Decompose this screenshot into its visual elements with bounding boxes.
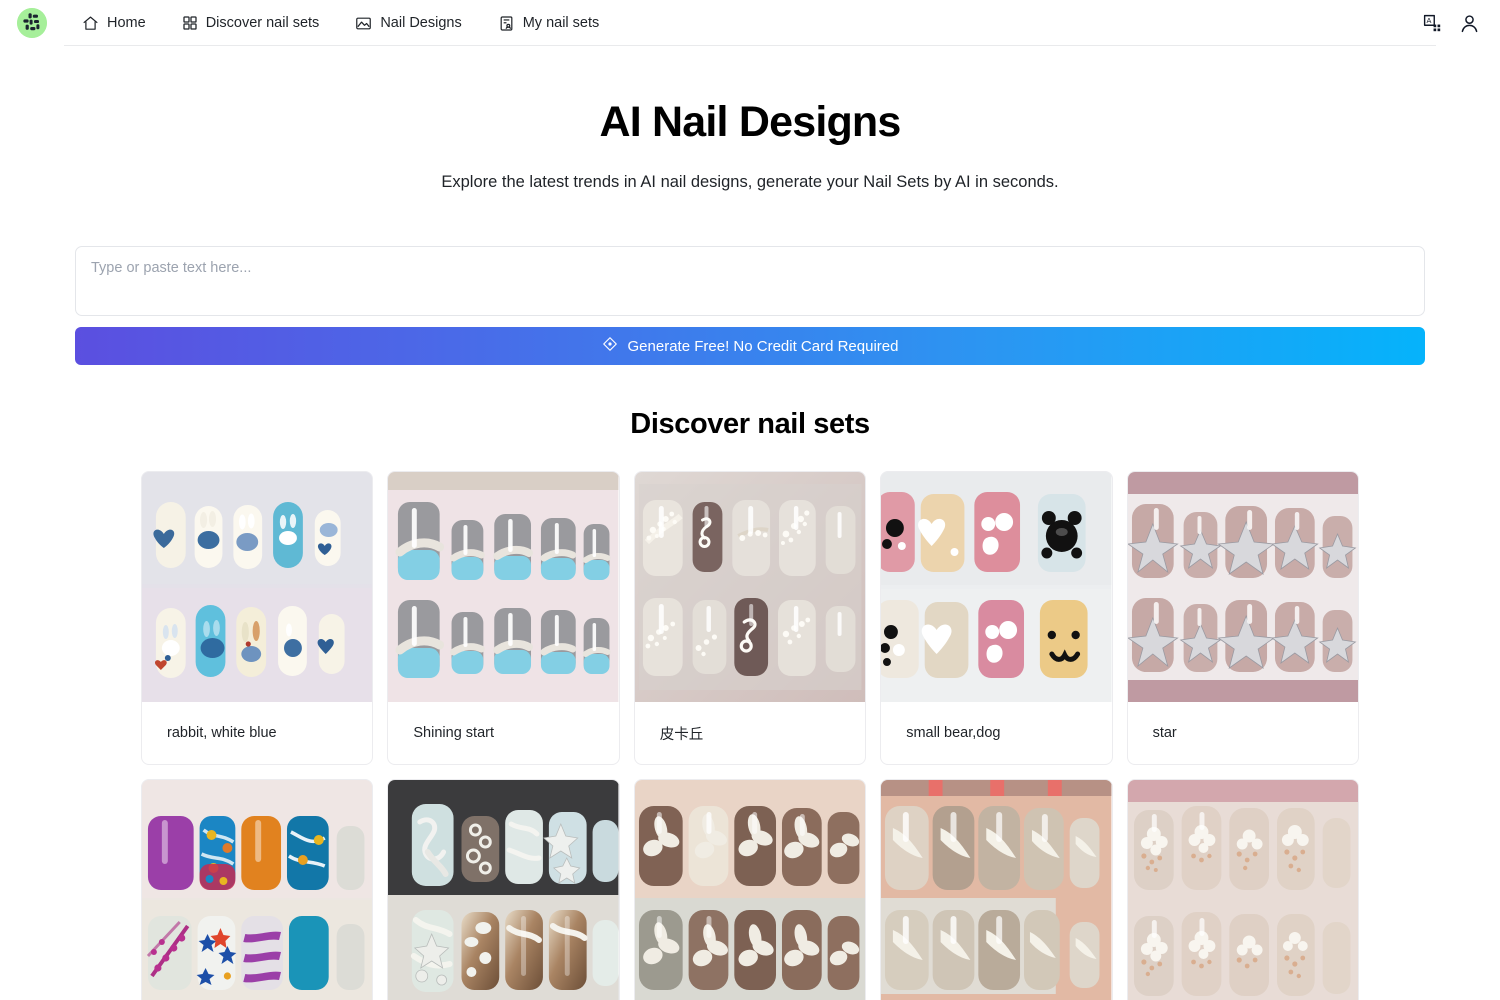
nav-label-nail-designs: Nail Designs <box>380 15 462 31</box>
nail-set-image <box>881 780 1112 1000</box>
nail-set-image <box>634 472 866 703</box>
main-nav: Home Discover nail sets Nail Designs My … <box>64 0 617 46</box>
hero-section: AI Nail Designs Explore the latest trend… <box>0 46 1500 192</box>
nav-label-my-nail-sets: My nail sets <box>522 15 600 31</box>
nail-set-image <box>881 472 1112 703</box>
grid-icon <box>182 15 198 31</box>
nail-set-card[interactable] <box>141 779 374 1000</box>
nail-set-card[interactable] <box>387 779 620 1000</box>
nav-label-discover-nail-sets: Discover nail sets <box>205 15 320 31</box>
nail-set-image <box>1127 780 1358 1000</box>
nail-set-caption: small bear,dog <box>906 725 1001 742</box>
nail-set-image <box>388 780 619 1000</box>
nav-item-nail-designs[interactable]: Nail Designs <box>337 0 479 46</box>
sparkle-diamond-icon <box>602 336 618 356</box>
topbar-bottom-divider <box>64 45 1436 46</box>
nail-set-card[interactable]: star <box>1126 471 1359 766</box>
page-title: AI Nail Designs <box>599 98 901 146</box>
nail-set-card[interactable]: small bear,dog <box>880 471 1113 766</box>
svg-text:A: A <box>1427 15 1432 24</box>
nail-set-card[interactable] <box>1126 779 1359 1000</box>
page-subtitle: Explore the latest trends in AI nail des… <box>441 173 1059 192</box>
nail-set-image <box>1127 472 1358 703</box>
nail-set-card[interactable] <box>633 779 867 1000</box>
collection-icon <box>498 15 515 32</box>
prompt-section: Generate Free! No Credit Card Required <box>75 246 1425 366</box>
nail-set-card[interactable] <box>880 779 1113 1000</box>
home-icon <box>82 15 99 32</box>
nail-set-image <box>142 472 373 703</box>
top-navigation-bar: Home Discover nail sets Nail Designs My … <box>0 0 1500 46</box>
image-icon <box>355 15 372 32</box>
nail-set-image <box>388 472 619 703</box>
nail-set-card[interactable]: rabbit, white blue <box>141 471 374 766</box>
app-logo[interactable] <box>0 8 64 38</box>
nail-set-caption: 皮卡丘 <box>659 726 704 743</box>
generate-button[interactable]: Generate Free! No Credit Card Required <box>75 327 1425 366</box>
language-switch-icon[interactable]: A <box>1422 13 1443 34</box>
user-icon[interactable] <box>1459 13 1480 34</box>
nav-label-home: Home <box>107 15 146 31</box>
nav-item-my-nail-sets[interactable]: My nail sets <box>480 0 618 46</box>
nail-set-image <box>634 780 866 1000</box>
nail-set-card[interactable]: Shining start <box>387 471 620 766</box>
generate-button-label: Generate Free! No Credit Card Required <box>627 337 899 355</box>
prompt-input[interactable] <box>75 246 1425 317</box>
discover-heading: Discover nail sets <box>630 408 870 441</box>
nav-item-discover-nail-sets[interactable]: Discover nail sets <box>164 0 338 46</box>
app-logo-icon <box>17 8 47 38</box>
nav-item-home[interactable]: Home <box>64 0 164 46</box>
nail-set-caption: star <box>1152 725 1177 742</box>
nail-set-card[interactable]: 皮卡丘 <box>633 471 867 766</box>
nail-set-image <box>142 780 373 1000</box>
discover-nail-sets-grid: rabbit, white blue Shining start 皮卡丘 sma… <box>141 471 1359 1000</box>
nail-set-caption: rabbit, white blue <box>167 725 277 742</box>
topbar-actions: A <box>1422 13 1500 34</box>
nail-set-caption: Shining start <box>413 725 494 742</box>
